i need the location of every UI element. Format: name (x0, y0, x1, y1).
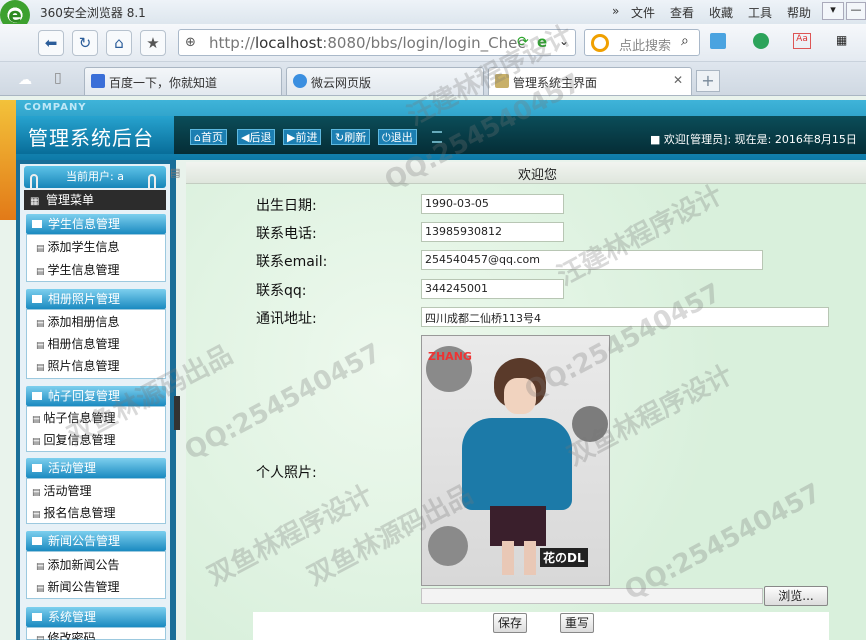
qq-label: 联系qq: (256, 283, 307, 299)
system-title: 管理系统后台 (28, 126, 154, 150)
qq-field[interactable]: 344245001 (421, 279, 564, 299)
site-info-icon[interactable]: ⊕ (185, 35, 196, 50)
address-field[interactable]: 四川成都二仙桥113号4 (421, 307, 829, 327)
phone-field[interactable]: 13985930812 (421, 222, 564, 242)
menu-favorites[interactable]: 收藏 (709, 4, 733, 21)
search-engine-icon[interactable] (591, 34, 609, 52)
sidebar-item-change-password[interactable]: 修改密码 (36, 629, 96, 640)
menu-header: 管理菜单 (24, 190, 166, 210)
sidebar-item-add-album[interactable]: 添加相册信息 (36, 313, 120, 330)
star-icon[interactable]: ★ (140, 30, 166, 56)
address-bar[interactable]: ⊕ http://localhost:8080/bbs/login/login_… (178, 29, 576, 56)
page-favicon-icon (495, 74, 509, 88)
sidebar-item-manage-post[interactable]: 帖子信息管理 (32, 409, 116, 426)
browse-button[interactable]: 浏览... (764, 586, 828, 606)
apps-icon[interactable] (710, 33, 726, 49)
search-icon[interactable]: ⌕ (681, 33, 689, 49)
sidebar-collapse-handle[interactable] (174, 396, 180, 430)
window-title: 360安全浏览器 8.1 (40, 6, 146, 20)
home-button[interactable]: ⌂首页 (190, 129, 227, 145)
email-field[interactable]: 254540457@qq.com (421, 250, 763, 270)
search-placeholder[interactable]: 点此搜索 (619, 35, 671, 54)
sidebar-item-manage-activity[interactable]: 活动管理 (32, 482, 92, 499)
sidebar-item-manage-student[interactable]: 学生信息管理 (36, 261, 120, 278)
photo-caption-top: ZHANG (428, 350, 472, 363)
photo-caption-bottom: 花のDL (540, 548, 588, 567)
address-dropdown-icon[interactable]: ⌄ (559, 34, 569, 48)
security-shield-icon[interactable] (753, 33, 769, 49)
baidu-favicon-icon (91, 74, 105, 88)
translate-icon[interactable]: Aa (793, 33, 811, 49)
new-tab-icon[interactable]: + (696, 70, 720, 92)
forward-button[interactable]: ▶前进 (283, 129, 322, 145)
reset-button[interactable]: 重写 (560, 613, 594, 633)
content-header-icon: ▤ (170, 166, 181, 179)
group-post[interactable]: 帖子回复管理 (26, 386, 166, 406)
phone-label: 联系电话: (256, 226, 317, 242)
group-system[interactable]: 系统管理 (26, 607, 166, 627)
grid-icon: ▦ (30, 196, 40, 207)
photo-coat (462, 418, 572, 510)
tab-weiyun[interactable]: 微云网页版 (286, 67, 484, 95)
cloud-icon[interactable]: ☁ (18, 72, 32, 88)
sidebar-item-add-news[interactable]: 添加新闻公告 (36, 556, 120, 573)
back-button[interactable]: ◀后退 (237, 129, 276, 145)
current-user: 当前用户: a (24, 166, 166, 188)
grid-menu-icon[interactable]: ▦ (836, 33, 854, 49)
menu-file[interactable]: 文件 (631, 4, 655, 21)
sidebar-item-manage-photo[interactable]: 照片信息管理 (36, 357, 120, 374)
ie-mode-icon[interactable]: e (537, 33, 547, 51)
tab-baidu[interactable]: 百度一下，你就知道 (84, 67, 282, 95)
sidebar-toggle-icon[interactable]: ▯ (54, 70, 62, 86)
separator-icon (432, 131, 442, 143)
address-url[interactable]: http://localhost:8080/bbs/login/login_Ch… (209, 34, 526, 52)
photo-skirt (490, 506, 546, 546)
menu-tools[interactable]: 工具 (748, 4, 772, 21)
back-arrow-icon[interactable]: ⬅ (38, 30, 64, 56)
refresh-icon[interactable]: ↻ (72, 30, 98, 56)
file-path-input[interactable] (421, 588, 763, 604)
birth-label: 出生日期: (256, 198, 317, 214)
sidebar-item-manage-reply[interactable]: 回复信息管理 (32, 431, 116, 448)
window-control-icon[interactable]: — (846, 2, 866, 20)
photo-leg (524, 541, 536, 575)
minimize-icon[interactable]: ▾ (822, 2, 844, 20)
photo-label: 个人照片: (256, 465, 317, 481)
photo-leg (502, 541, 514, 575)
menu-view[interactable]: 查看 (670, 4, 694, 21)
form-footer (253, 612, 829, 640)
content-title: 欢迎您 (518, 168, 558, 183)
birth-field[interactable]: 1990-03-05 (421, 194, 564, 214)
photo-circle-decor (572, 406, 608, 442)
sidebar-item-manage-album[interactable]: 相册信息管理 (36, 335, 120, 352)
address-label: 通讯地址: (256, 311, 317, 327)
home-icon[interactable]: ⌂ (106, 30, 132, 56)
compat-mode-icon[interactable]: ⟳ (517, 34, 529, 50)
email-label: 联系email: (256, 254, 328, 270)
menu-help[interactable]: 帮助 (787, 4, 811, 21)
group-activity[interactable]: 活动管理 (26, 458, 166, 478)
photo-circle-decor (428, 526, 468, 566)
group-student[interactable]: 学生信息管理 (26, 214, 166, 234)
menu-arrow-icon[interactable]: » (612, 4, 619, 18)
sidebar-item-manage-signup[interactable]: 报名信息管理 (32, 504, 116, 521)
sidebar-item-manage-news[interactable]: 新闻公告管理 (36, 578, 120, 595)
refresh-button[interactable]: ↻刷新 (331, 129, 371, 145)
company-label: COMPANY (24, 102, 87, 113)
search-box[interactable]: 点此搜索 ⌕ (584, 29, 700, 56)
sidebar-item-add-student[interactable]: 添加学生信息 (36, 238, 120, 255)
group-news[interactable]: 新闻公告管理 (26, 531, 166, 551)
logout-button[interactable]: ⏻退出 (378, 129, 417, 145)
welcome-text: ■ 欢迎[管理员]: 现在是: 2016年8月15日 (650, 133, 857, 146)
close-tab-icon[interactable]: ✕ (673, 73, 683, 87)
tab-admin-main[interactable]: 管理系统主界面 ✕ (488, 67, 692, 95)
photo-face (504, 378, 536, 414)
side-strip (0, 100, 16, 220)
group-album[interactable]: 相册照片管理 (26, 289, 166, 309)
save-button[interactable]: 保存 (493, 613, 527, 633)
weiyun-favicon-icon (293, 74, 307, 88)
profile-photo: ZHANG 花のDL (421, 335, 610, 586)
